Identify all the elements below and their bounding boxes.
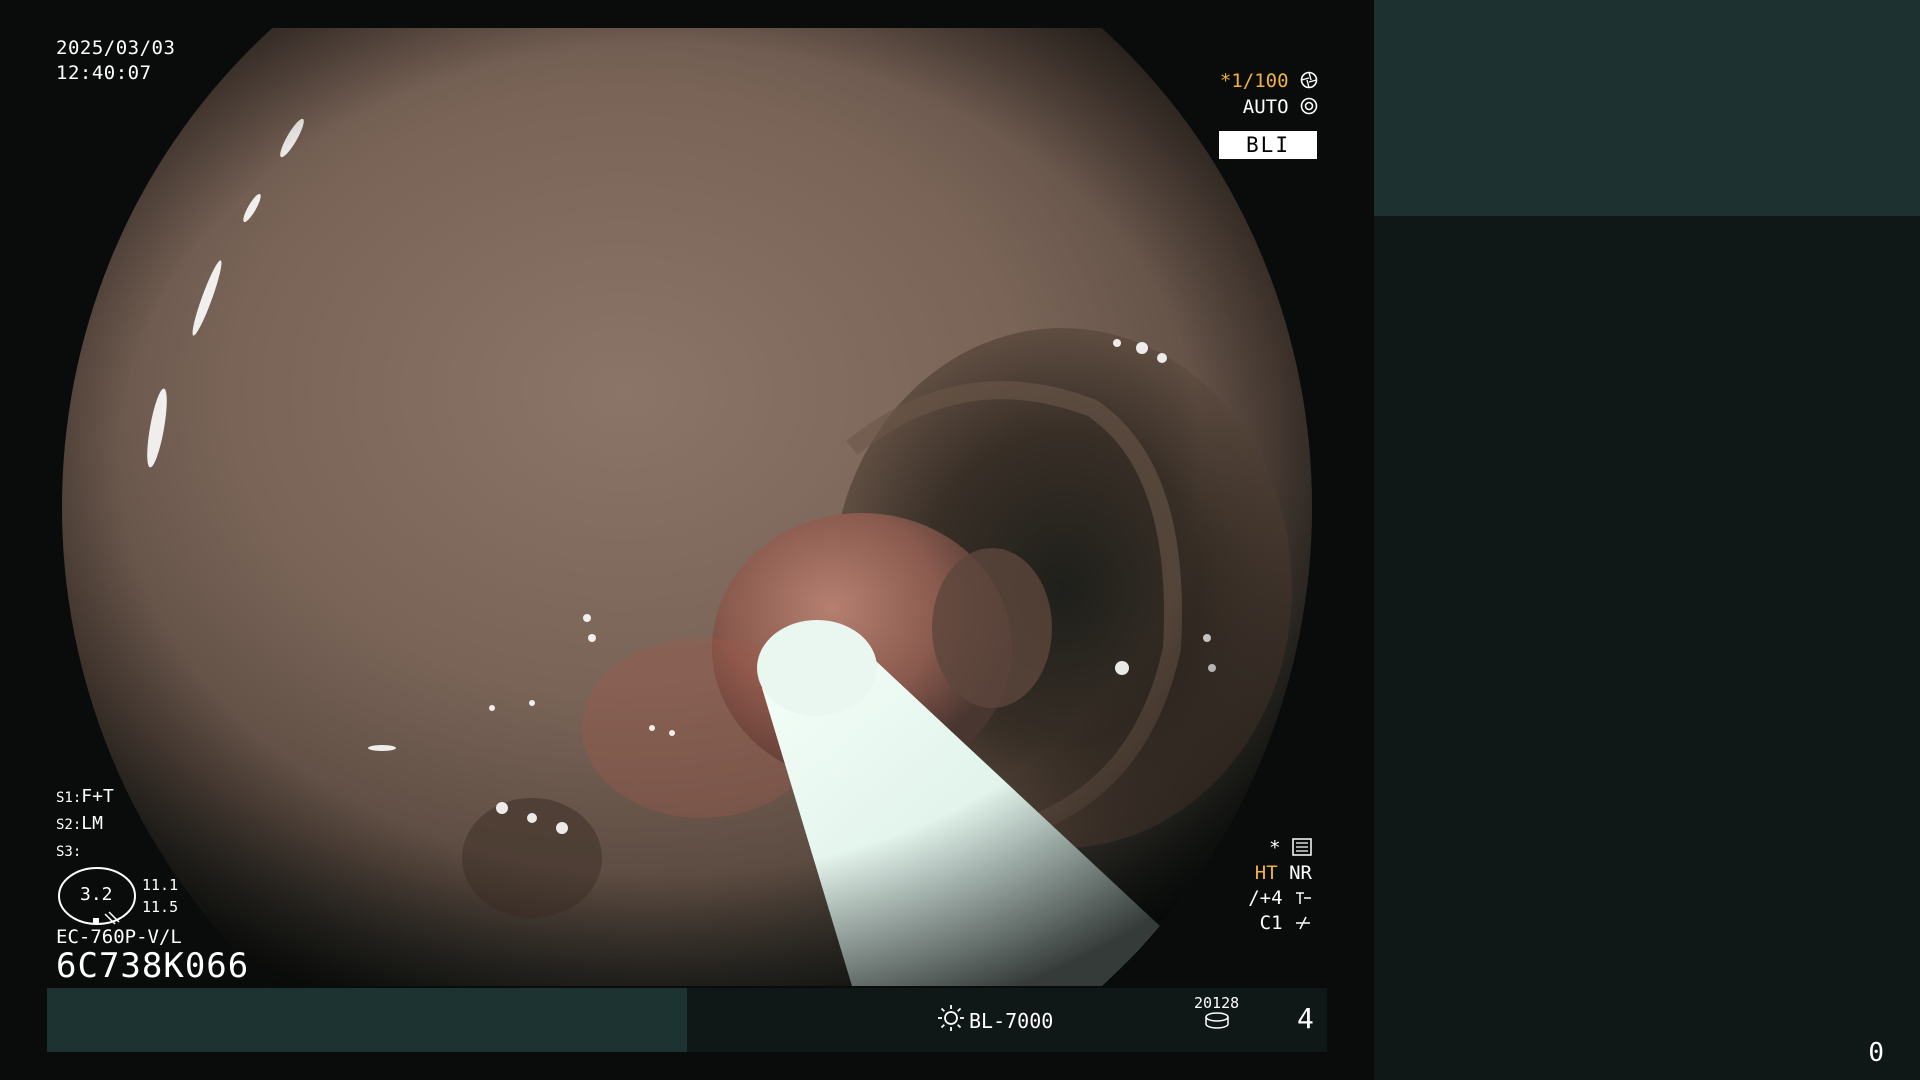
storage-counter: 20128	[1194, 994, 1239, 1034]
shutter-readout: *1/100	[1220, 68, 1318, 94]
switch-3-row: S3:	[56, 838, 114, 865]
switch-1-row: S1:F+T	[56, 784, 114, 811]
gauge-side-values: 11.1 11.5	[142, 874, 178, 918]
imaging-mode-badge: BLI	[1219, 131, 1317, 159]
date-time-readout: 2025/03/03 12:40:07	[56, 36, 175, 86]
status-color-row: C1	[1248, 911, 1312, 936]
switch-3-key: S3:	[56, 844, 82, 860]
processing-status: * HT NR /+4 C1	[1248, 836, 1312, 936]
image-counter: 4	[1297, 1002, 1314, 1035]
bottom-note-area	[47, 988, 687, 1052]
light-source-readout: BL-7000	[937, 1004, 1053, 1037]
enhance-icon	[1294, 887, 1312, 909]
storage-counter-text: 20128	[1194, 994, 1240, 1012]
status-color: C1	[1259, 912, 1283, 934]
status-star: *	[1269, 837, 1281, 859]
disk-stack-icon	[1194, 1012, 1239, 1034]
iris-mode-text: AUTO	[1242, 96, 1289, 118]
light-source-text: BL-7000	[969, 1008, 1054, 1033]
status-enhance: /+4	[1248, 887, 1283, 909]
scope-serial: 6C738K066	[56, 946, 250, 986]
endoscopy-monitor-screen: 2025/03/03 12:40:07 *1/100 AUTO BLI S1:F…	[0, 0, 1920, 1080]
switch-2-key: S2:	[56, 817, 82, 833]
aperture-icon	[1300, 70, 1318, 92]
side-panel: 0	[1374, 0, 1920, 1080]
switch-2-row: S2:LM	[56, 811, 114, 838]
date-text: 2025/03/03	[56, 37, 176, 59]
status-nr: NR	[1289, 862, 1312, 884]
side-panel-count: 0	[1868, 1038, 1884, 1068]
switch-1-key: S1:	[56, 790, 82, 806]
sun-icon	[937, 1004, 965, 1037]
iris-icon	[1300, 96, 1318, 118]
scope-model: EC-760P-V/L	[56, 926, 182, 948]
bottom-info-bar: BL-7000 20128 4	[47, 988, 1327, 1052]
status-enhance-row: /+4	[1248, 886, 1312, 911]
endoscopic-image	[62, 28, 1312, 986]
status-ht-nr-row: HT NR	[1248, 861, 1312, 886]
switch-2-value: LM	[81, 813, 103, 834]
time-text: 12:40:07	[56, 62, 152, 84]
status-ht: HT	[1254, 862, 1278, 884]
scope-switch-settings: S1:F+T S2:LM S3:	[56, 784, 114, 865]
endoscopic-image-render	[62, 28, 1312, 986]
shutter-speed-text: *1/100	[1219, 70, 1289, 92]
side-panel-top-block	[1374, 0, 1920, 216]
gauge-side-bottom: 11.5	[142, 898, 179, 916]
switch-1-value: F+T	[81, 786, 114, 807]
status-menu-row: *	[1248, 836, 1312, 861]
iris-mode-readout: AUTO	[1243, 96, 1318, 118]
menu-list-icon	[1292, 837, 1312, 859]
color-icon	[1294, 912, 1312, 934]
gauge-side-top: 11.1	[142, 876, 179, 894]
gauge-value: 3.2	[80, 884, 113, 905]
